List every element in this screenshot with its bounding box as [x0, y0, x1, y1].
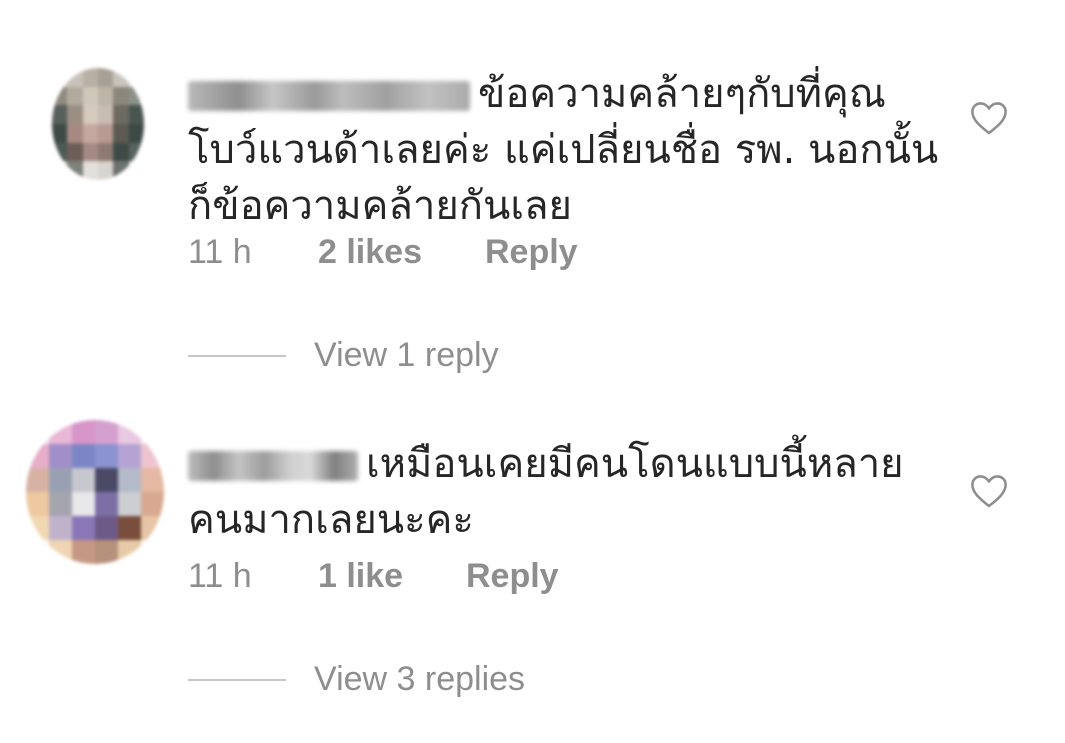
comment-time: 11 h — [188, 233, 252, 271]
heart-outline-icon[interactable] — [970, 473, 1008, 509]
reply-button[interactable]: Reply — [466, 557, 559, 596]
view-replies-label: View 1 reply — [314, 336, 499, 374]
likes-count[interactable]: 1 like — [318, 557, 403, 596]
comment-time: 11 h — [188, 557, 252, 595]
username[interactable] — [188, 451, 358, 481]
avatar[interactable] — [26, 420, 164, 564]
replies-divider — [188, 354, 286, 357]
comment-line: ข้อความคล้ายๆกับที่คุณ — [478, 71, 886, 117]
view-replies-button[interactable]: View 1 reply — [188, 336, 499, 375]
comment-meta: 11 h 2 likes Reply — [188, 233, 688, 273]
avatar[interactable] — [52, 68, 144, 180]
comment-line: คนมากเลยนะคะ — [188, 497, 474, 543]
reply-button[interactable]: Reply — [485, 233, 578, 272]
comment-text: เหมือนเคยมีคนโดนแบบนี้หลาย คนมากเลยนะคะ — [188, 436, 948, 548]
view-replies-button[interactable]: View 3 replies — [188, 660, 525, 699]
comment-meta: 11 h 1 like Reply — [188, 557, 688, 597]
comment-text: ข้อความคล้ายๆกับที่คุณ โบว์แวนด้าเลยค่ะ … — [188, 66, 948, 234]
likes-count[interactable]: 2 likes — [318, 233, 422, 272]
username[interactable] — [188, 81, 470, 111]
view-replies-label: View 3 replies — [314, 660, 526, 698]
comment-line: เหมือนเคยมีคนโดนแบบนี้หลาย — [366, 441, 904, 487]
heart-outline-icon[interactable] — [970, 100, 1008, 136]
comment-line: ก็ข้อความคล้ายกันเลย — [188, 183, 572, 229]
replies-divider — [188, 678, 286, 681]
comment-line: โบว์แวนด้าเลยค่ะ แค่เปลี่ยนชื่อ รพ. นอกน… — [188, 127, 939, 173]
